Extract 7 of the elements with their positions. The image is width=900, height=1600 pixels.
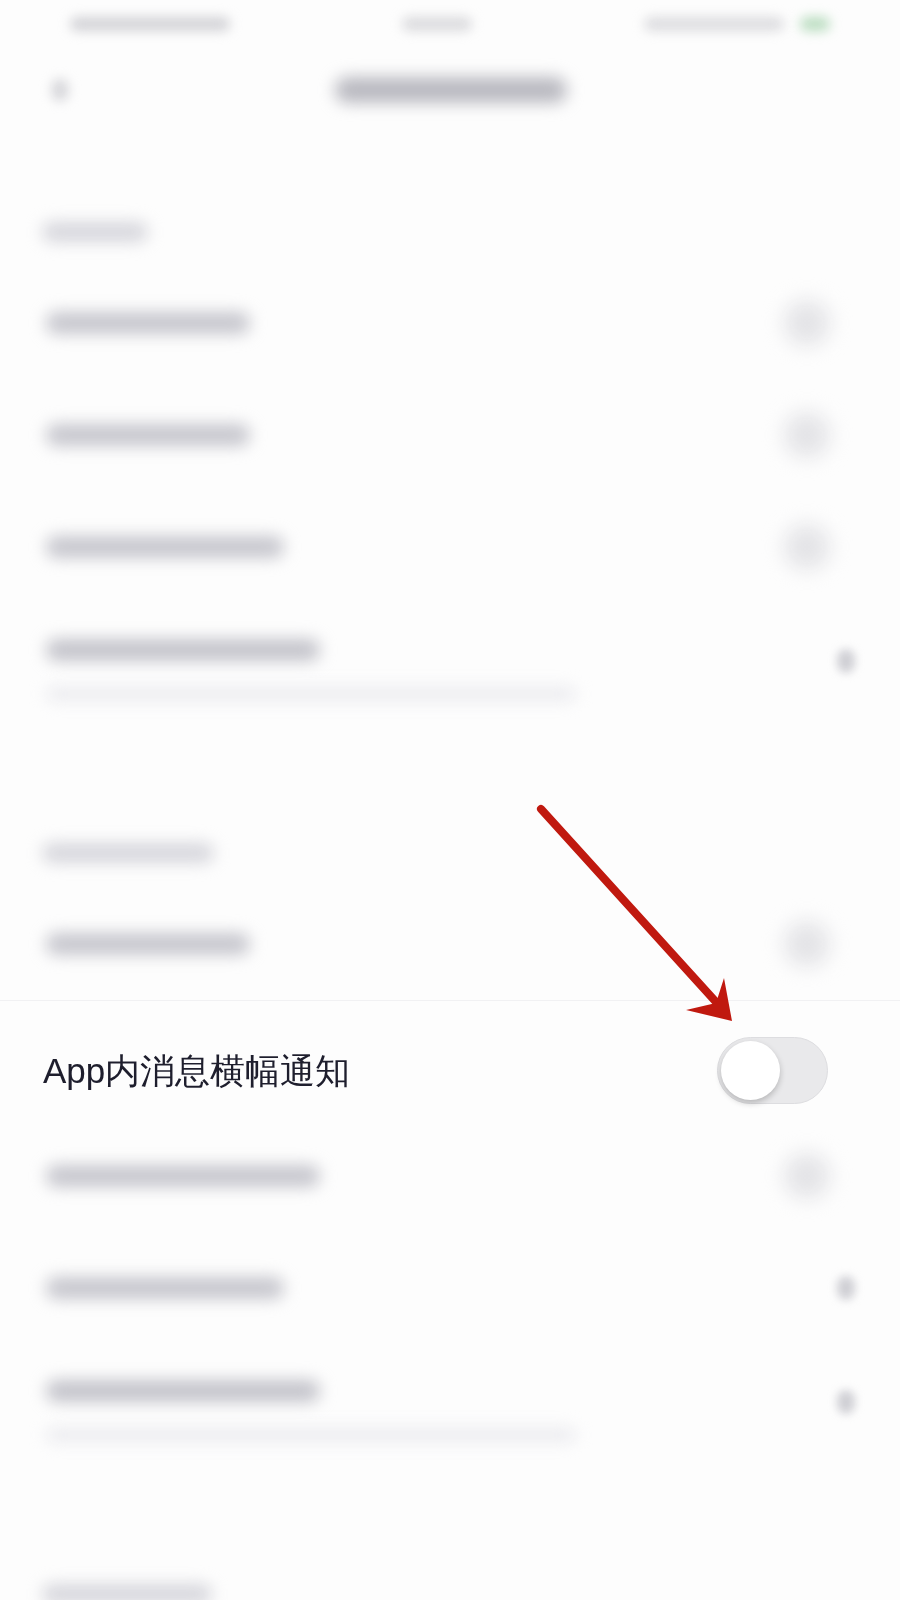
blurred-chevron-icon (837, 1390, 855, 1414)
blurred-battery-icon (800, 17, 830, 31)
blurred-chevron-icon (837, 1276, 855, 1300)
toggle-switch[interactable] (717, 1037, 828, 1104)
setting-label: App内消息横幅通知 (43, 1053, 351, 1088)
blurred-chevron-icon (837, 649, 855, 673)
blurred-back-icon (52, 79, 68, 101)
